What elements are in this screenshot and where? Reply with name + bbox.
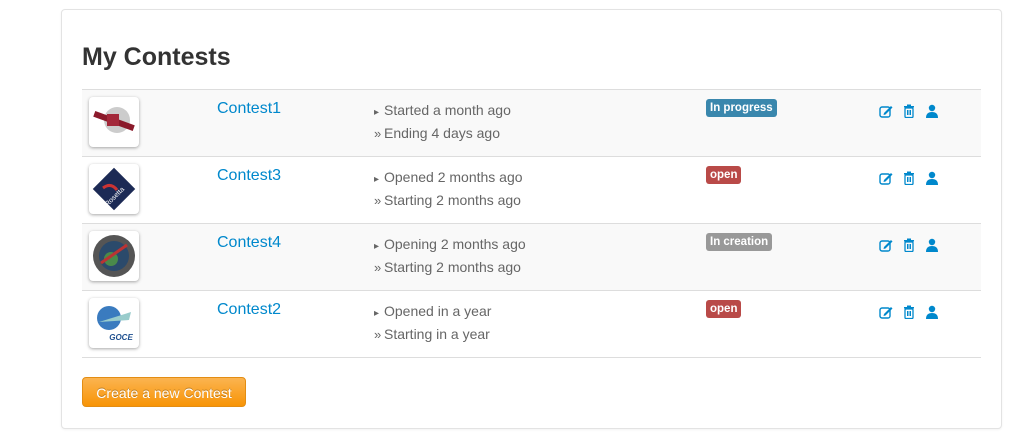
status-badge: In creation bbox=[706, 233, 773, 251]
date-line-1: Opened in a year bbox=[384, 303, 492, 319]
row-actions bbox=[879, 238, 939, 253]
contest-logo[interactable] bbox=[89, 231, 139, 281]
trash-icon[interactable] bbox=[902, 104, 916, 119]
contest-logo[interactable] bbox=[89, 97, 139, 147]
contests-panel: My Contests Contest1 ▸ Started a month ag… bbox=[61, 9, 1002, 429]
contest-logo[interactable]: Rosetta bbox=[89, 164, 139, 214]
double-angle-right-icon: » bbox=[374, 193, 382, 208]
svg-text:GOCE: GOCE bbox=[109, 333, 133, 342]
caret-right-icon: ▸ bbox=[374, 174, 380, 185]
edit-icon[interactable] bbox=[879, 238, 893, 252]
contest-name-link[interactable]: Contest4 bbox=[217, 234, 281, 252]
caret-right-icon: ▸ bbox=[374, 107, 380, 118]
double-angle-right-icon: » bbox=[374, 327, 382, 342]
contest-dates: ▸ Started a month ago » Ending 4 days ago bbox=[374, 100, 511, 144]
date-line-2: Starting in a year bbox=[384, 326, 490, 342]
contest-dates: ▸ Opened 2 months ago » Starting 2 months … bbox=[374, 167, 523, 211]
user-icon[interactable] bbox=[925, 104, 939, 118]
user-icon[interactable] bbox=[925, 238, 939, 252]
date-line-2: Starting 2 months ago bbox=[384, 192, 521, 208]
date-line-2: Starting 2 months ago bbox=[384, 259, 521, 275]
table-row: Contest4 ▸ Opening 2 months ago » Starting… bbox=[82, 224, 981, 291]
edit-icon[interactable] bbox=[879, 171, 893, 185]
trash-icon[interactable] bbox=[902, 305, 916, 320]
contest-name-link[interactable]: Contest3 bbox=[217, 167, 281, 185]
table-row: GOCE Contest2 ▸ Opened in a year » Startin… bbox=[82, 291, 981, 358]
contest-name-link[interactable]: Contest1 bbox=[217, 100, 281, 118]
status-badge: In progress bbox=[706, 99, 777, 117]
contest-name-link[interactable]: Contest2 bbox=[217, 301, 281, 319]
contests-table: Contest1 ▸ Started a month ago » Ending 4 … bbox=[82, 89, 981, 358]
date-line-1: Started a month ago bbox=[384, 102, 511, 118]
edit-icon[interactable] bbox=[879, 305, 893, 319]
contest-dates: ▸ Opening 2 months ago » Starting 2 months… bbox=[374, 234, 526, 278]
row-actions bbox=[879, 305, 939, 320]
double-angle-right-icon: » bbox=[374, 260, 382, 275]
caret-right-icon: ▸ bbox=[374, 241, 380, 252]
page-title: My Contests bbox=[82, 43, 231, 71]
date-line-1: Opened 2 months ago bbox=[384, 169, 523, 185]
status-badge: open bbox=[706, 166, 742, 184]
status-badge: open bbox=[706, 300, 742, 318]
caret-right-icon: ▸ bbox=[374, 308, 380, 319]
double-angle-right-icon: » bbox=[374, 126, 382, 141]
table-row: Rosetta Contest3 ▸ Opened 2 months ago » S… bbox=[82, 157, 981, 224]
date-line-2: Ending 4 days ago bbox=[384, 125, 500, 141]
row-actions bbox=[879, 104, 939, 119]
table-row: Contest1 ▸ Started a month ago » Ending 4 … bbox=[82, 90, 981, 157]
create-contest-button[interactable]: Create a new Contest bbox=[82, 377, 246, 407]
contest-dates: ▸ Opened in a year » Starting in a year bbox=[374, 301, 491, 345]
date-line-1: Opening 2 months ago bbox=[384, 236, 526, 252]
trash-icon[interactable] bbox=[902, 171, 916, 186]
user-icon[interactable] bbox=[925, 305, 939, 319]
edit-icon[interactable] bbox=[879, 104, 893, 118]
row-actions bbox=[879, 171, 939, 186]
user-icon[interactable] bbox=[925, 171, 939, 185]
trash-icon[interactable] bbox=[902, 238, 916, 253]
contest-logo[interactable]: GOCE bbox=[89, 298, 139, 348]
